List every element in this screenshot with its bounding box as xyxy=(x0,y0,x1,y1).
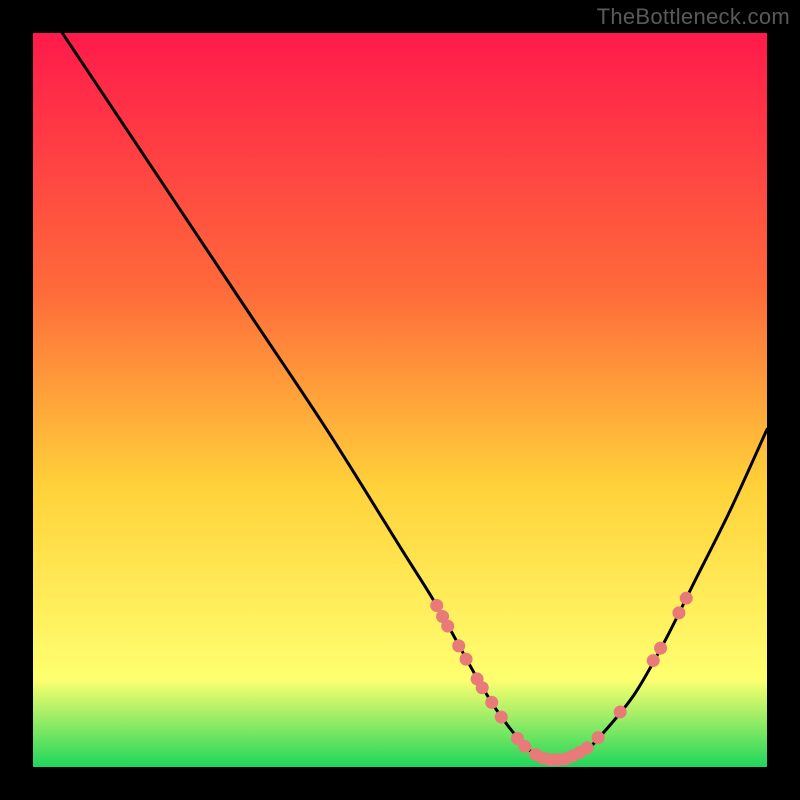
chart-svg xyxy=(33,33,767,767)
data-marker xyxy=(518,740,531,753)
data-marker xyxy=(460,653,473,666)
data-marker xyxy=(680,592,693,605)
data-marker xyxy=(647,654,660,667)
data-marker xyxy=(614,705,627,718)
plot-area xyxy=(33,33,767,767)
data-marker xyxy=(592,731,605,744)
data-marker xyxy=(476,681,489,694)
data-marker xyxy=(430,599,443,612)
data-marker xyxy=(485,696,498,709)
chart-frame: TheBottleneck.com xyxy=(0,0,800,800)
data-marker xyxy=(495,711,508,724)
data-marker xyxy=(672,606,685,619)
data-marker xyxy=(441,620,454,633)
watermark-label: TheBottleneck.com xyxy=(597,4,790,30)
data-marker xyxy=(452,639,465,652)
data-marker xyxy=(581,741,594,754)
data-marker xyxy=(654,642,667,655)
